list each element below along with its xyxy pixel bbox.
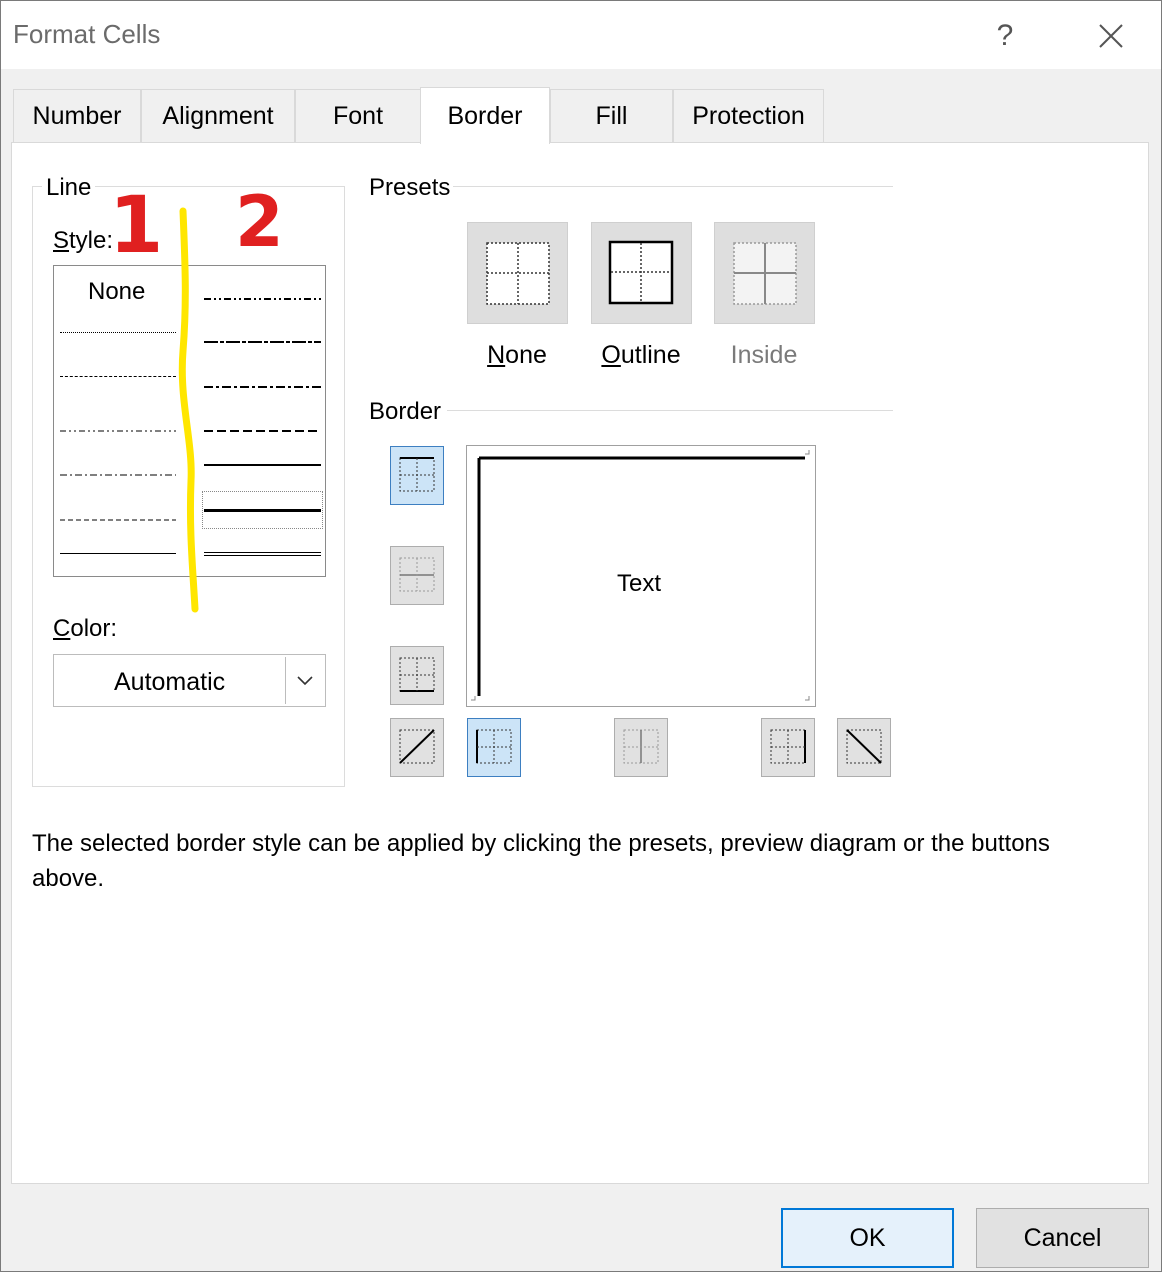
color-label: Color: [53,615,118,642]
presets-separator [453,186,893,187]
line-style-list[interactable]: None [53,265,326,577]
style-label: Style: [53,227,114,254]
border-diagonal-up-button[interactable] [390,718,444,777]
close-icon [1099,24,1123,48]
line-style-double[interactable] [204,552,321,556]
border-inside-horizontal-button[interactable] [390,546,444,605]
border-left-button[interactable] [467,718,521,777]
help-icon: ? [996,19,1014,52]
close-button[interactable] [1083,11,1139,61]
ok-button[interactable]: OK [781,1208,954,1268]
color-value: Automatic [114,668,226,696]
medium-dashed-line [204,430,321,432]
line-style-thick[interactable] [204,509,321,512]
border-inside-vertical-icon [623,729,659,764]
border-inside-vertical-button[interactable] [614,718,668,777]
border-right-icon [770,729,806,764]
line-style-none[interactable]: None [88,278,145,306]
chevron-down-icon [296,675,313,685]
border-diagonal-down-button[interactable] [837,718,891,777]
dash-dot-line [60,474,176,476]
dialog-title: Format Cells [13,19,161,49]
diagonal-up-icon [399,729,435,764]
format-cells-dialog: Format Cells ? Number Alignment Font Bor… [0,0,1162,1272]
tab-fill[interactable]: Fill [550,89,673,143]
line-style-hair[interactable] [60,332,176,333]
preset-inside-button[interactable] [714,222,815,324]
preset-none-button[interactable] [467,222,568,324]
preset-none-label: None [487,341,547,369]
tab-number[interactable]: Number [13,89,141,143]
medium-dash-dot-line [204,386,321,388]
border-right-button[interactable] [761,718,815,777]
cancel-button[interactable]: Cancel [976,1208,1149,1268]
border-label: Border [365,398,446,426]
border-separator [447,410,893,411]
tab-font[interactable]: Font [295,89,421,143]
preview-text: Text [617,570,662,597]
tab-label: Protection [692,102,805,130]
dash-dot-dot-line [60,430,176,432]
tab-label: Font [332,102,384,130]
border-inside-horizontal-icon [399,557,435,592]
slant-dash-dot-line [204,341,321,343]
preset-inside-icon [733,242,797,305]
help-button[interactable]: ? [977,11,1033,61]
color-dropdown[interactable]: Automatic [53,654,326,707]
preset-none-icon [486,242,550,305]
medium-dash-dot-dot-line [204,298,321,300]
line-style-medium[interactable] [204,464,321,466]
line-group-label: Line [42,174,96,202]
tab-alignment[interactable]: Alignment [141,89,295,143]
preset-outline-icon [608,240,674,305]
tab-label: Number [32,102,122,130]
tab-label: Border [447,101,523,130]
tab-border[interactable]: Border [420,87,550,144]
title-bar: Format Cells ? [1,1,1161,69]
border-preview[interactable]: Text [466,445,816,707]
tab-label: Fill [595,102,628,130]
presets-label: Presets [365,174,455,202]
border-description: The selected border style can be applied… [32,830,1050,892]
dashed-line [60,519,176,521]
preset-outline-label: Outline [601,341,681,369]
preset-inside-label: Inside [730,341,798,369]
border-top-button[interactable] [390,446,444,505]
diagonal-down-icon [846,729,882,764]
tab-protection[interactable]: Protection [673,89,824,143]
dropdown-arrow[interactable] [285,657,323,704]
border-bottom-button[interactable] [390,646,444,705]
preset-outline-button[interactable] [591,222,692,324]
tab-label: Alignment [162,102,274,130]
line-style-thin[interactable] [60,553,176,554]
border-top-icon [399,457,435,492]
border-left-icon [476,729,512,764]
border-bottom-icon [399,657,435,692]
line-style-dotted[interactable] [60,376,176,377]
